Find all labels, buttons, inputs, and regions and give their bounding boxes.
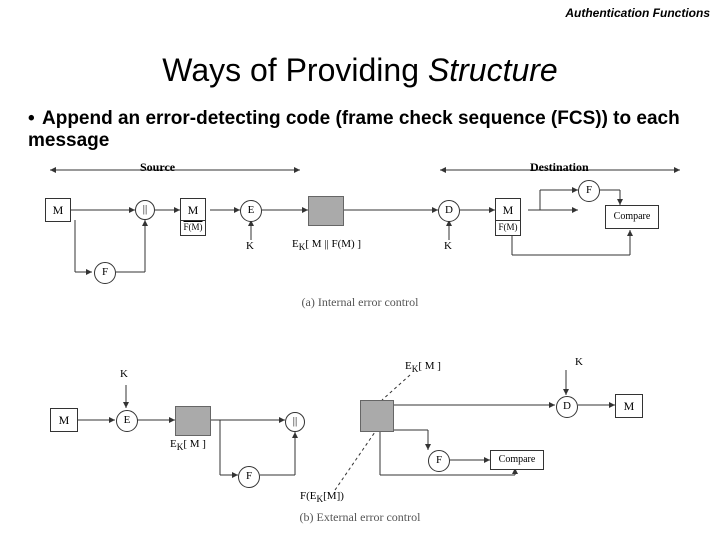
page-header: Authentication Functions [565,6,710,20]
box-m-dest: M [495,198,521,222]
diagram-b: K K M E EK[ M ] || F EK[ M ] F Compare D… [20,350,700,530]
label-k-d: K [444,240,452,252]
box-m2: M [180,198,206,222]
bullet-item: •Append an error-detecting code (frame c… [28,108,700,152]
circle-e: E [240,200,262,222]
fekm-a: F(E [300,490,317,502]
circle-f-src: F [94,262,116,284]
circle-f-dest: F [578,180,600,202]
caption-a: (a) Internal error control [20,295,700,310]
box-m-dest-b: M [615,394,643,418]
page-title: Ways of Providing Structure [0,52,720,89]
label-ekm-ptr: EK[ M ] [405,360,441,374]
ek-arg: [ M || F(M) ] [305,238,361,250]
box-cipher-dest-b [360,400,394,432]
label-ekm-b: EK[ M ] [170,438,206,452]
circle-d-b: D [556,396,578,418]
label-k-e: K [246,240,254,252]
diagram-a: Source Destination M || M F(M) E K EK[ M… [20,160,700,310]
circle-concat: || [135,200,155,220]
box-compare-a: Compare [605,205,659,229]
circle-concat-b: || [285,412,305,432]
fekm-rest: [M]) [323,490,344,502]
box-fm-dest: F(M) [495,220,521,236]
circle-e-b: E [116,410,138,432]
box-compare-b: Compare [490,450,544,470]
ekm-arg: [ M ] [183,438,206,450]
circle-f-b: F [238,466,260,488]
label-fekm: F(EK[M]) [300,490,344,504]
box-fm-under: F(M) [180,220,206,236]
circle-d: D [438,200,460,222]
label-source: Source [140,160,175,175]
bullet-dot: • [28,108,42,130]
label-k-src-b: K [120,368,128,380]
ekm-e: E [170,438,177,450]
box-cipher-b [175,406,211,436]
title-plain: Ways of Providing [162,52,428,88]
title-italic: Structure [428,52,558,88]
box-m-src: M [45,198,71,222]
label-ek: EK[ M || F(M) ] [292,238,361,252]
ekm2-e: E [405,360,412,372]
caption-b: (b) External error control [20,510,700,525]
box-m-b: M [50,408,78,432]
box-cipher [308,196,344,226]
label-destination: Destination [530,160,589,175]
circle-f-dest-b: F [428,450,450,472]
ek-e: E [292,238,299,250]
label-k-dst-b: K [575,356,583,368]
bullet-text: Append an error-detecting code (frame ch… [28,108,680,151]
ekm2-arg: [ M ] [418,360,441,372]
